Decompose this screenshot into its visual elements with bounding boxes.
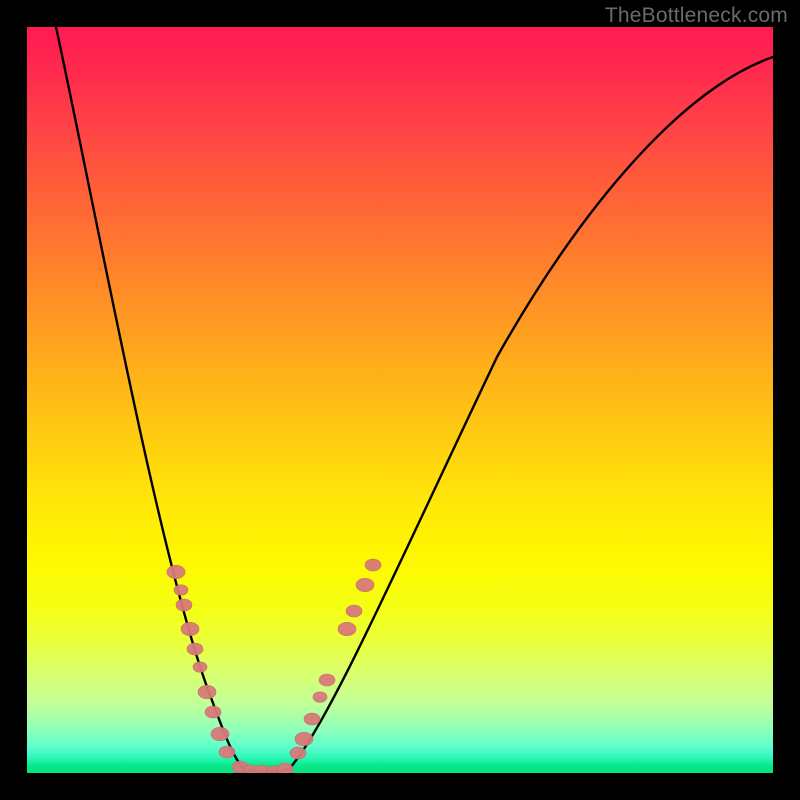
left-marker xyxy=(198,685,216,699)
left-marker xyxy=(219,746,235,758)
left-marker xyxy=(211,727,229,741)
right-marker xyxy=(304,713,320,725)
left-marker xyxy=(181,622,199,636)
watermark-text: TheBottleneck.com xyxy=(605,4,788,28)
right-marker xyxy=(365,559,381,571)
plot-area xyxy=(27,27,773,773)
bottom-marker xyxy=(277,763,293,773)
right-marker xyxy=(295,732,313,746)
right-marker xyxy=(290,747,306,759)
left-marker xyxy=(167,565,185,579)
right-marker xyxy=(313,692,327,703)
right-marker xyxy=(346,605,362,617)
chart-svg xyxy=(27,27,773,773)
left-marker xyxy=(174,585,188,596)
right-marker xyxy=(338,622,356,636)
left-marker xyxy=(187,643,203,655)
bottleneck-curve xyxy=(56,27,773,772)
left-marker xyxy=(176,599,192,611)
outer-frame: TheBottleneck.com xyxy=(0,0,800,800)
left-marker xyxy=(205,706,221,718)
right-marker xyxy=(319,674,335,686)
right-marker xyxy=(356,578,374,592)
left-marker xyxy=(193,662,207,673)
